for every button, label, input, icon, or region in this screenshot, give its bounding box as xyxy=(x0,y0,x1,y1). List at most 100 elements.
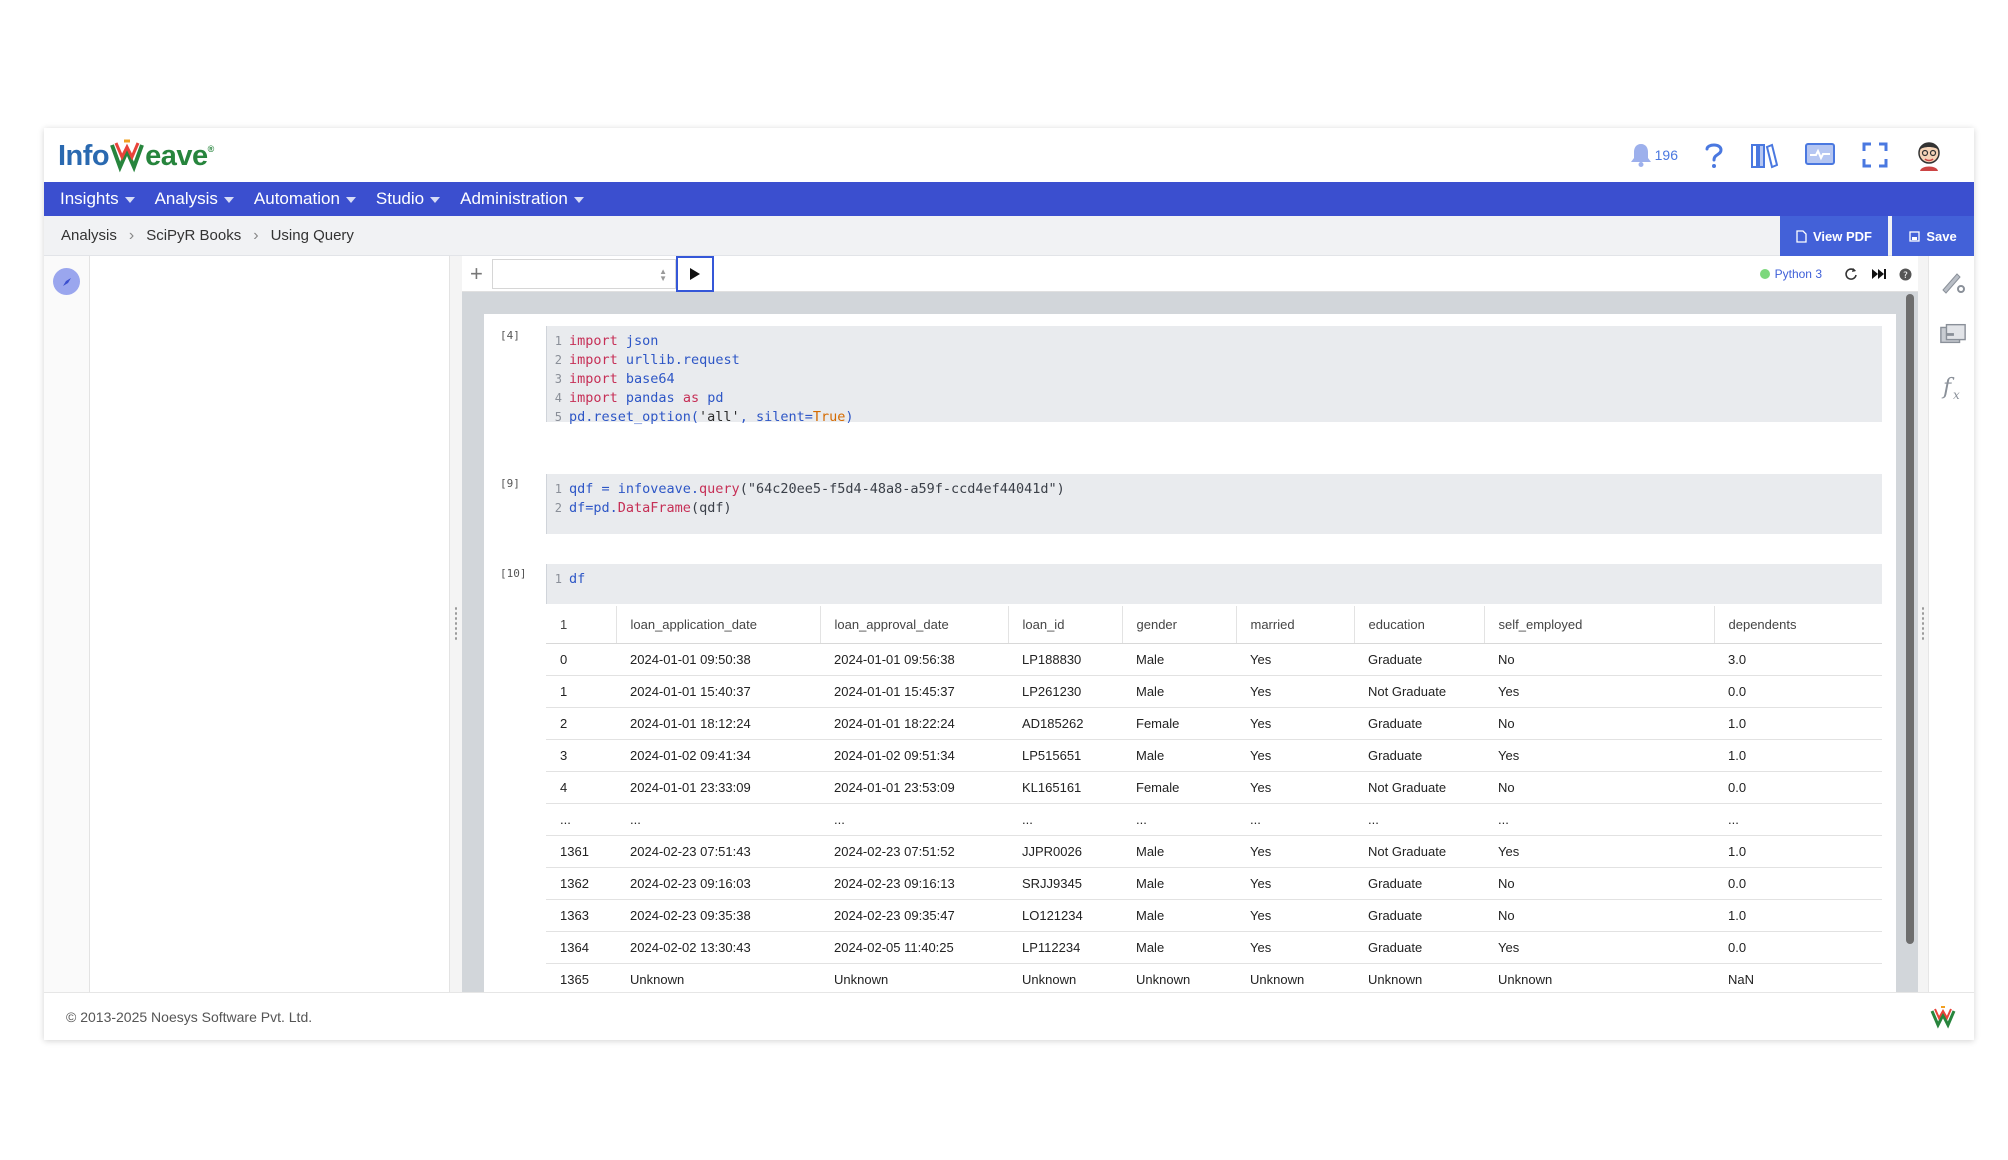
table-cell: ... xyxy=(1354,803,1484,836)
table-cell: 1.0 xyxy=(1714,899,1882,932)
brand-text-2: eave xyxy=(145,139,208,172)
table-cell: LP188830 xyxy=(1008,643,1122,676)
library-button[interactable] xyxy=(1750,136,1778,174)
code-token: True xyxy=(812,409,846,425)
save-label: Save xyxy=(1926,228,1957,244)
table-cell: ... xyxy=(1484,803,1714,836)
run-cell-button[interactable] xyxy=(676,256,714,292)
right-splitter[interactable] xyxy=(1918,256,1928,992)
table-cell: Yes xyxy=(1484,675,1714,708)
copyright-text: © 2013-2025 Noesys Software Pvt. Ltd. xyxy=(66,1008,313,1025)
nav-administration[interactable]: Administration xyxy=(460,189,584,209)
chevron-right-icon: › xyxy=(253,226,259,244)
code-line: 5 pd.reset_option('all', silent= True) xyxy=(547,408,1882,427)
breadcrumb-item-book[interactable]: SciPyR Books xyxy=(146,227,241,244)
code-editor[interactable]: 1 import json 2 import urllib.request 3 impor… xyxy=(546,326,1882,425)
column-header[interactable]: loan_id xyxy=(1008,606,1123,644)
brush-settings-button[interactable] xyxy=(1939,268,1967,296)
help-icon xyxy=(1705,143,1723,168)
view-pdf-label: View PDF xyxy=(1812,228,1872,244)
column-header[interactable]: married xyxy=(1236,606,1355,644)
table-row: 1362 2024-02-23 09:16:03 2024-02-23 09:16:… xyxy=(546,867,1882,900)
breadcrumb-item-analysis[interactable]: Analysis xyxy=(61,227,117,244)
table-cell: Yes xyxy=(1484,931,1714,964)
table-cell: 1.0 xyxy=(1714,835,1882,868)
code-token: import xyxy=(569,352,618,368)
nav-analysis-label: Analysis xyxy=(154,189,218,208)
code-editor[interactable]: 1 df xyxy=(546,564,1882,604)
column-header[interactable]: gender xyxy=(1122,606,1237,644)
table-cell: Graduate xyxy=(1354,867,1484,900)
fullscreen-button[interactable] xyxy=(1862,136,1888,174)
column-header[interactable]: loan_approval_date xyxy=(820,606,1009,644)
compass-icon[interactable] xyxy=(53,268,80,295)
save-button[interactable]: Save xyxy=(1892,216,1974,256)
code-editor[interactable]: 1 qdf = infoveave. query ("64c20ee5-f5d4-48… xyxy=(546,474,1882,534)
header-icons: 196 xyxy=(1629,136,1944,174)
table-cell: 1364 xyxy=(546,931,616,964)
view-pdf-button[interactable]: View PDF xyxy=(1780,216,1888,256)
code-line: 2 import urllib.request xyxy=(547,351,1882,370)
code-token: 'all' xyxy=(699,409,740,425)
function-button[interactable]: f x xyxy=(1939,374,1967,402)
code-line: 1 import json xyxy=(547,332,1882,351)
nav-insights[interactable]: Insights xyxy=(60,189,135,209)
code-line: 3 import base64 xyxy=(547,370,1882,389)
nav-analysis[interactable]: Analysis xyxy=(155,189,234,209)
code-cell[interactable]: [9] 1 qdf = infoveave. query ("64c20ee5-f5d… xyxy=(484,474,1896,538)
notebook-scrollbar[interactable] xyxy=(1906,294,1914,944)
table-cell: No xyxy=(1484,771,1714,804)
chevron-right-icon: › xyxy=(128,226,135,244)
table-row: 1363 2024-02-23 09:35:38 2024-02-23 09:35:… xyxy=(546,899,1882,932)
chevron-down-icon xyxy=(430,197,441,203)
fullscreen-icon xyxy=(1862,142,1888,168)
table-cell: Yes xyxy=(1236,739,1354,772)
column-header[interactable]: education xyxy=(1354,606,1485,644)
run-all-button[interactable] xyxy=(1870,265,1888,283)
table-cell: Male xyxy=(1122,867,1236,900)
table-cell: NaN xyxy=(1714,963,1882,992)
line-number: 4 xyxy=(554,391,562,405)
table-cell: 1.0 xyxy=(1714,707,1882,740)
code-token: import xyxy=(569,371,618,387)
help-button[interactable] xyxy=(1704,136,1724,174)
table-cell: 2024-02-02 13:30:43 xyxy=(616,931,820,964)
code-line: 4 import pandas as pd xyxy=(547,389,1882,408)
info-button[interactable]: ? xyxy=(1896,265,1914,283)
notifications[interactable]: 196 xyxy=(1629,136,1678,174)
table-cell: 0.0 xyxy=(1714,675,1882,708)
column-header[interactable]: self_employed xyxy=(1484,606,1715,644)
archive-button[interactable] xyxy=(1939,320,1967,348)
select-arrows-icon: ▲ ▼ xyxy=(659,267,667,283)
column-header[interactable]: dependents xyxy=(1714,606,1882,644)
table-cell: ... xyxy=(1714,803,1882,836)
table-cell: 1361 xyxy=(546,835,616,868)
nav-studio[interactable]: Studio xyxy=(376,189,441,209)
add-cell-button[interactable]: + xyxy=(470,261,490,287)
table-cell: 3.0 xyxy=(1714,643,1882,676)
table-cell: Yes xyxy=(1236,899,1354,932)
left-splitter[interactable] xyxy=(450,256,462,992)
avatar[interactable] xyxy=(1914,136,1944,174)
line-number: 2 xyxy=(554,353,562,367)
kernel-status[interactable]: Python 3 xyxy=(1759,267,1822,281)
nav-automation[interactable]: Automation xyxy=(254,189,356,209)
restart-kernel-button[interactable] xyxy=(1842,265,1860,283)
brand-logo[interactable]: Info eave ® xyxy=(58,138,214,174)
code-token: qdf = infoveave. xyxy=(569,481,700,497)
line-number: 1 xyxy=(554,482,562,496)
cell-type-select[interactable]: ▲ ▼ xyxy=(492,259,676,289)
column-header[interactable]: loan_application_date xyxy=(616,606,821,644)
code-cell[interactable]: [4] 1 import json 2 import urllib.request 3 i… xyxy=(484,326,1896,446)
drag-handle-icon[interactable] xyxy=(1921,606,1925,640)
monitor-button[interactable] xyxy=(1804,136,1836,174)
code-line: 1 df xyxy=(547,570,1882,589)
table-row: 3 2024-01-02 09:41:34 2024-01-02 09:51:34 L… xyxy=(546,739,1882,772)
drag-handle-icon[interactable] xyxy=(454,606,458,640)
column-header[interactable]: 1 xyxy=(546,606,617,644)
code-cell[interactable]: [10] 1 df 1 loan_application_date loan_appr… xyxy=(484,564,1896,992)
table-cell: Graduate xyxy=(1354,931,1484,964)
table-cell: 2024-01-01 18:22:24 xyxy=(820,707,1008,740)
